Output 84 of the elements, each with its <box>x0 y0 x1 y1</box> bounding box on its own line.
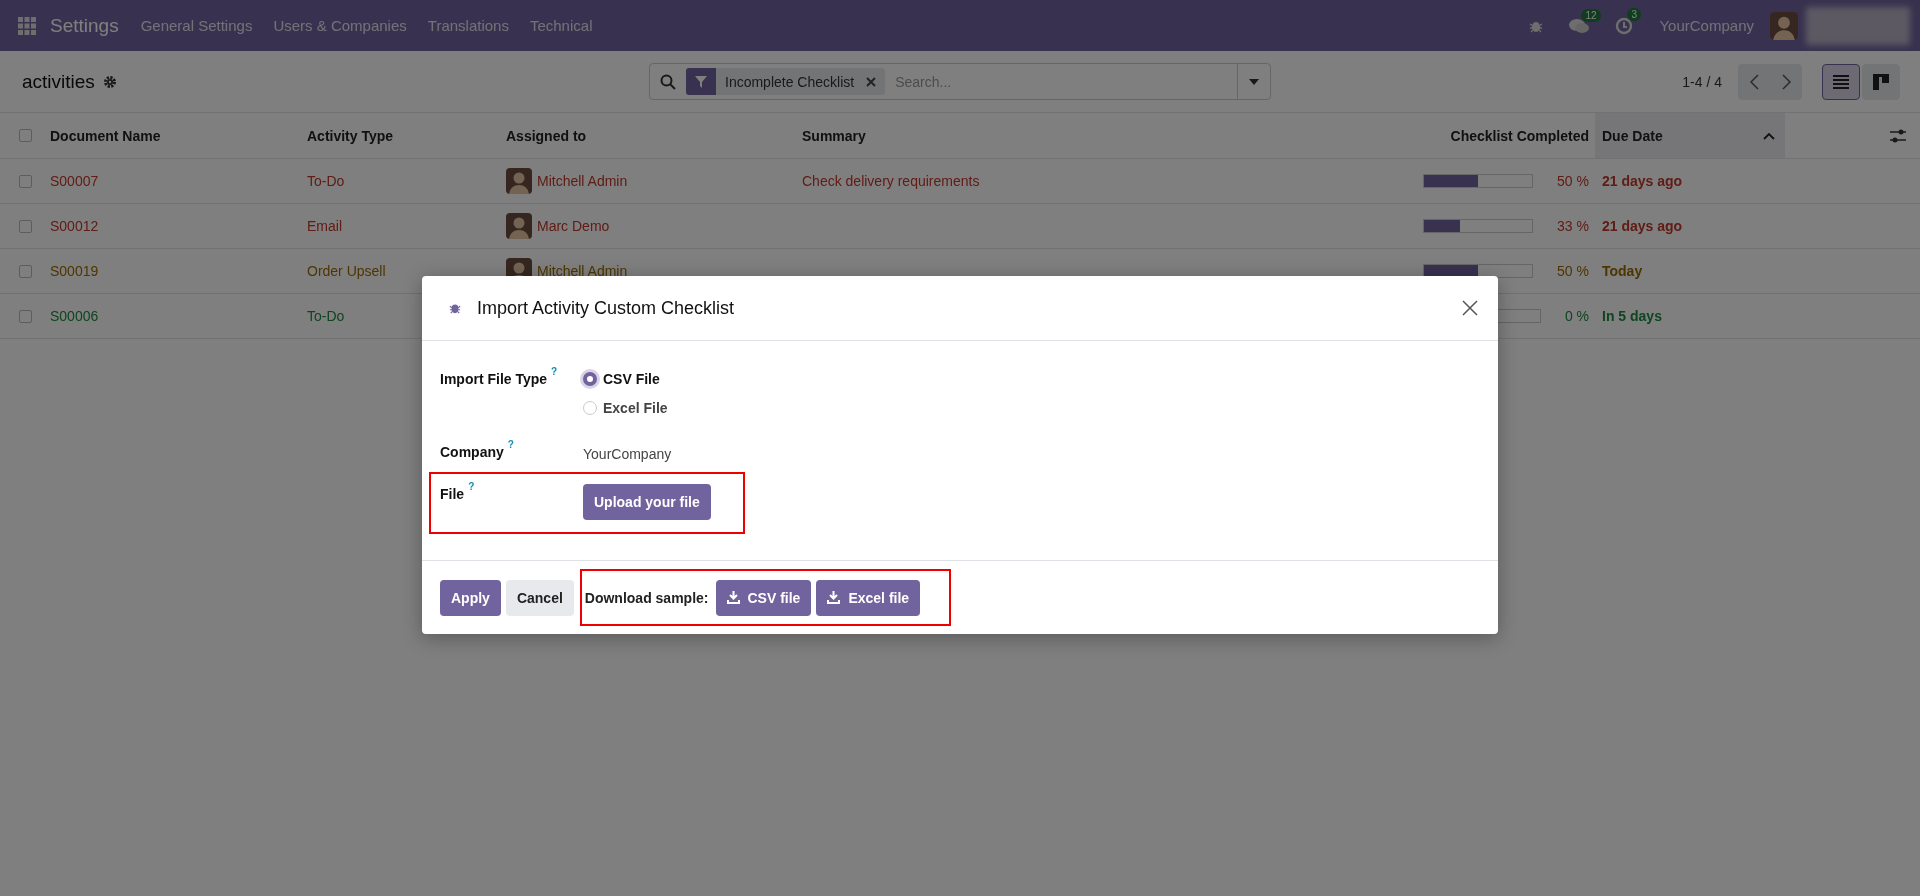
avatar-icon <box>506 168 532 194</box>
checkbox[interactable] <box>18 219 32 233</box>
radio-option[interactable]: CSV File <box>583 371 668 387</box>
column-header[interactable]: Summary <box>802 127 866 144</box>
filter-facet: Incomplete Checklist <box>725 73 855 90</box>
kanban-view-button[interactable] <box>1862 63 1900 100</box>
user-avatar[interactable] <box>1770 11 1798 40</box>
table-cell: Mitchell Admin <box>537 263 628 279</box>
table-cell: 50 % <box>1557 263 1589 279</box>
download-button[interactable]: Excel file <box>816 579 921 616</box>
checkbox[interactable] <box>18 174 32 188</box>
help-marker[interactable]: ? <box>551 366 558 411</box>
column-header[interactable]: Activity Type <box>307 127 394 144</box>
field-label: Company <box>440 444 504 462</box>
table-cell: To-Do <box>307 173 345 189</box>
download-button[interactable]: CSV file <box>715 579 812 616</box>
field-label: File <box>440 486 465 504</box>
clock-icon[interactable] <box>1615 16 1634 35</box>
bug-icon <box>449 302 461 314</box>
apps-icon[interactable] <box>18 16 36 35</box>
column-label: Due Date <box>1602 127 1663 144</box>
table-cell: S00019 <box>50 263 99 279</box>
checkbox[interactable] <box>18 264 32 278</box>
count-badge: 12 <box>1581 8 1601 22</box>
kanban-icon <box>1873 73 1889 90</box>
close-icon[interactable] <box>866 76 877 87</box>
column-header[interactable]: Due Date <box>1595 113 1785 158</box>
chevron-right-icon <box>1781 73 1791 90</box>
filter-icon <box>695 75 707 88</box>
table-cell: Marc Demo <box>537 218 610 234</box>
chat-icon[interactable] <box>1569 17 1590 34</box>
column-header[interactable]: Checklist Completed <box>1450 127 1589 144</box>
table-cell: Check delivery requirements <box>802 173 980 189</box>
radio-option[interactable]: Excel File <box>583 400 668 416</box>
search-icon <box>660 73 676 90</box>
close-button[interactable] <box>1462 300 1478 316</box>
list-view-button[interactable] <box>1822 63 1860 100</box>
caret-icon[interactable] <box>1249 78 1259 85</box>
help-marker[interactable]: ? <box>468 481 475 515</box>
due-date: 21 days ago <box>1602 218 1683 234</box>
sort-ascending-icon <box>1763 131 1775 140</box>
download-label: Download sample: <box>584 589 709 606</box>
close-icon <box>1462 300 1478 316</box>
dialog-button[interactable]: Apply <box>440 579 501 616</box>
table-cell: Email <box>307 218 342 234</box>
due-date: Today <box>1602 263 1643 279</box>
menu-item[interactable]: Users & Companies <box>273 17 407 34</box>
avatar-icon <box>506 213 532 239</box>
chevron-left-icon <box>1749 73 1759 90</box>
table-cell: To-Do <box>307 308 345 324</box>
company-name[interactable]: YourCompany <box>1659 17 1754 34</box>
due-date: In 5 days <box>1602 308 1662 324</box>
download-icon <box>827 591 841 604</box>
menu-item[interactable]: Technical <box>529 17 593 34</box>
table-cell: Order Upsell <box>307 263 386 279</box>
pager-value[interactable]: 1-4 / 4 <box>1682 73 1722 90</box>
table-cell: S00006 <box>50 308 99 324</box>
app-name[interactable]: Settings <box>50 14 119 37</box>
dialog-title: Import Activity Custom Checklist <box>477 297 736 319</box>
due-date: 21 days ago <box>1602 173 1683 189</box>
checkbox[interactable] <box>18 309 32 323</box>
table-cell: S00012 <box>50 218 99 234</box>
list-icon <box>1833 74 1849 89</box>
help-marker[interactable]: ? <box>507 439 514 457</box>
download-icon <box>726 591 740 604</box>
settings-sliders-icon[interactable] <box>1890 128 1906 143</box>
table-cell: 33 % <box>1557 218 1589 234</box>
checkbox[interactable] <box>18 129 32 142</box>
field-value: YourCompany <box>583 445 672 462</box>
column-header[interactable]: Document Name <box>50 127 161 144</box>
menu-item[interactable]: Translations <box>427 17 509 34</box>
table-cell: 0 % <box>1564 308 1589 324</box>
menu-item[interactable]: General Settings <box>140 17 253 34</box>
dialog-button[interactable]: Cancel <box>505 579 574 616</box>
upload-button[interactable]: Upload your file <box>583 484 711 520</box>
table-cell: S00007 <box>50 173 99 189</box>
field-label: Import File Type <box>440 371 548 389</box>
page-title: activities <box>22 70 95 93</box>
radio-button[interactable] <box>583 372 597 386</box>
column-header[interactable]: Assigned to <box>506 127 587 144</box>
count-badge: 3 <box>1627 7 1642 21</box>
gear-icon[interactable] <box>102 74 117 89</box>
table-cell: Mitchell Admin <box>537 173 628 189</box>
table-cell: 50 % <box>1557 173 1589 189</box>
